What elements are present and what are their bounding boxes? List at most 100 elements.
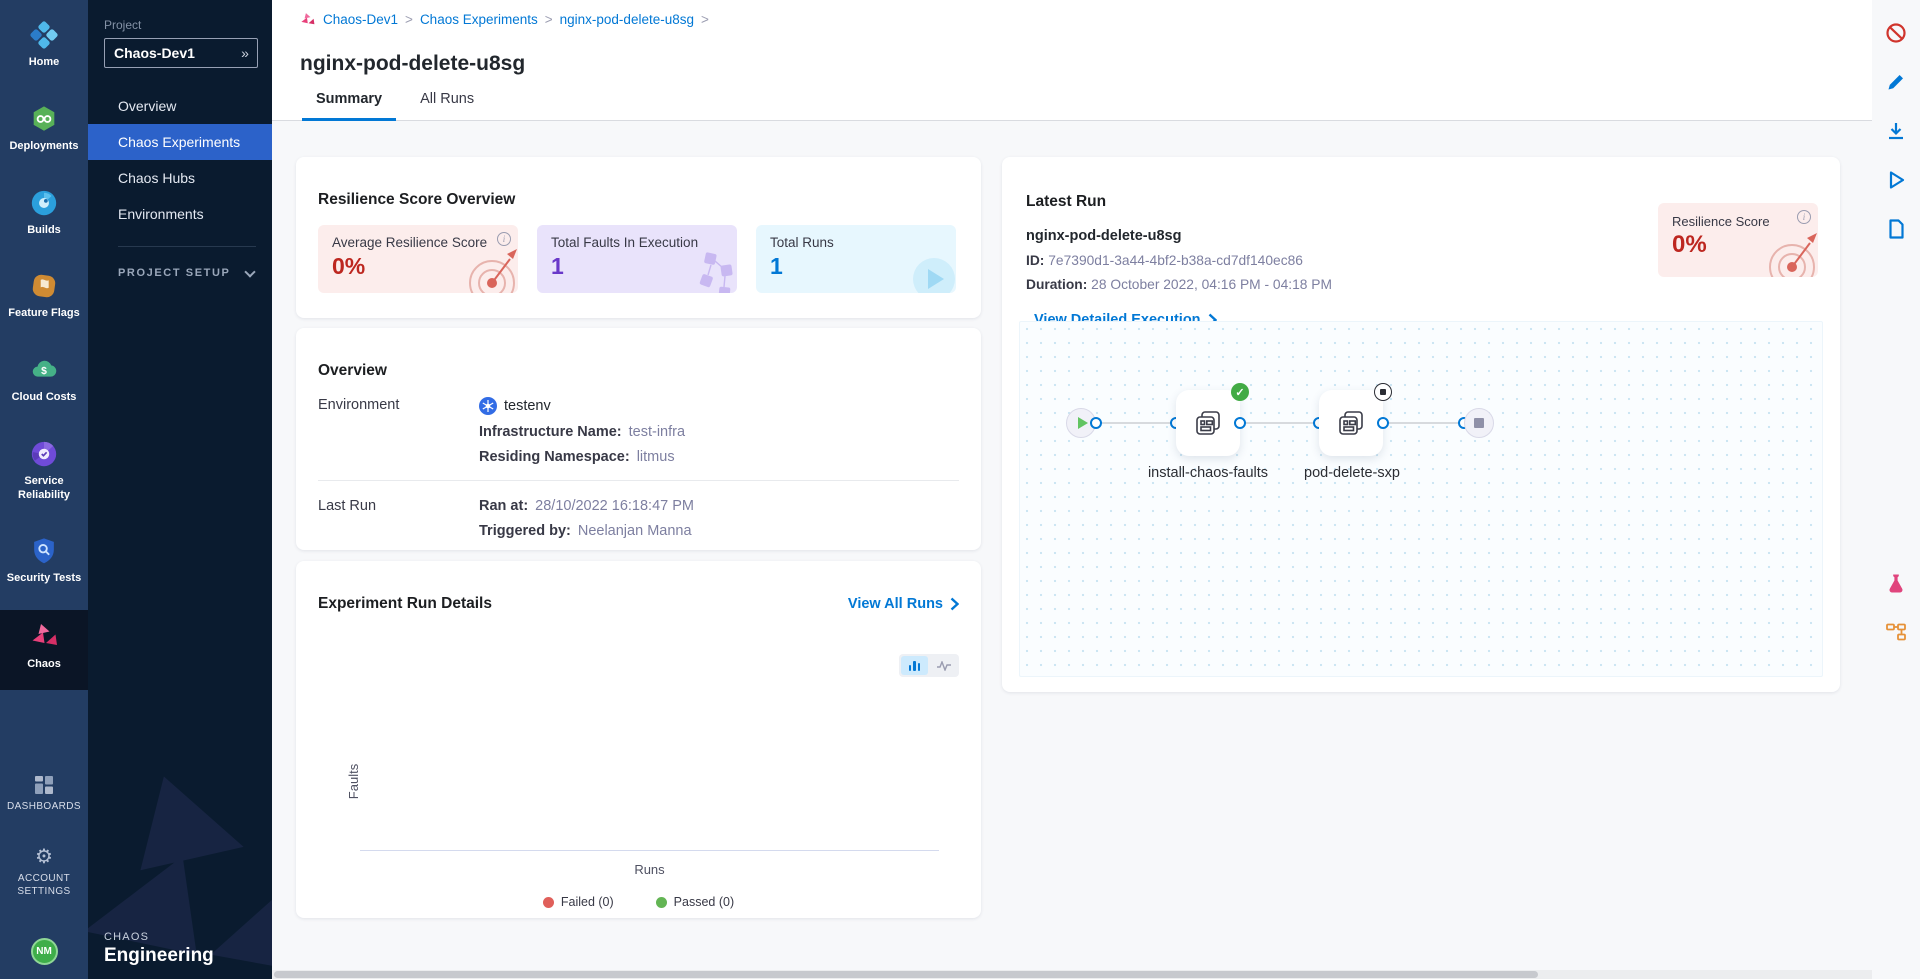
last-run-row: Last Run Ran at: 28/10/2022 16:18:47 PM … <box>318 498 959 548</box>
page-title: nginx-pod-delete-u8sg <box>300 52 525 76</box>
module-nav-item-security-tests[interactable]: Security Tests <box>0 526 88 597</box>
info-icon[interactable]: i <box>1797 210 1811 224</box>
sidebar-item-chaos-hubs[interactable]: Chaos Hubs <box>88 160 272 196</box>
tab-summary[interactable]: Summary <box>302 91 396 121</box>
avatar[interactable]: NM <box>31 938 58 965</box>
play-icon <box>1078 417 1088 429</box>
info-icon[interactable]: i <box>497 232 511 246</box>
breadcrumb-separator: > <box>545 12 553 27</box>
legend-label: Failed (0) <box>561 895 614 909</box>
breadcrumb-experiments-link[interactable]: Chaos Experiments <box>420 12 538 27</box>
view-all-runs-link[interactable]: View All Runs <box>848 596 959 612</box>
section-title: Overview <box>318 362 959 380</box>
legend-item-passed[interactable]: Passed (0) <box>656 895 734 909</box>
sidebar-item-environments[interactable]: Environments <box>88 196 272 232</box>
sidebar-item-chaos-experiments[interactable]: Chaos Experiments <box>88 124 272 160</box>
tab-bar: Summary All Runs <box>302 91 488 121</box>
line-chart-toggle-button[interactable] <box>930 656 957 675</box>
builds-icon <box>29 188 59 218</box>
pipeline-diagram-icon[interactable] <box>1885 621 1907 643</box>
manifest-file-icon[interactable] <box>1885 218 1907 240</box>
module-nav-label: Security Tests <box>7 572 81 586</box>
module-nav-item-home[interactable]: Home <box>0 10 88 81</box>
infrastructure-value: test-infra <box>629 424 685 440</box>
sidebar-item-label: Chaos Hubs <box>118 170 195 186</box>
stat-value: 0% <box>332 253 504 280</box>
avatar-initials: NM <box>36 946 52 957</box>
pipeline-node-pod-delete[interactable] <box>1319 390 1383 456</box>
module-nav-label: Feature Flags <box>8 307 80 321</box>
project-setup-toggle[interactable]: PROJECT SETUP <box>88 267 272 279</box>
connector-dot <box>1377 417 1389 429</box>
kubernetes-icon <box>479 397 497 415</box>
edit-icon[interactable] <box>1885 71 1907 93</box>
sidebar-item-overview[interactable]: Overview <box>88 88 272 124</box>
environment-value: testenv Infrastructure Name: test-infra … <box>479 397 959 474</box>
last-run-value: Ran at: 28/10/2022 16:18:47 PM Triggered… <box>479 498 959 548</box>
stat-value: 1 <box>551 253 723 280</box>
brand: CHAOS Engineering <box>104 931 214 967</box>
deployments-icon <box>29 104 59 134</box>
pulse-icon <box>937 661 951 671</box>
page-header: Chaos-Dev1 > Chaos Experiments > nginx-p… <box>272 0 1872 121</box>
namespace-label: Residing Namespace: <box>479 449 630 465</box>
pipeline-step-label[interactable]: pod-delete-sxp <box>1286 462 1418 484</box>
stop-experiment-icon[interactable] <box>1885 22 1907 44</box>
pipeline-end-node[interactable] <box>1464 408 1494 438</box>
module-nav-item-cloud-costs[interactable]: $ Cloud Costs <box>0 345 88 416</box>
stat-value: 1 <box>770 253 942 280</box>
experiment-flask-icon[interactable] <box>1885 572 1907 594</box>
chart-type-toggle <box>899 654 959 677</box>
run-experiment-icon[interactable] <box>1885 169 1907 191</box>
module-nav-item-dashboards[interactable]: DASHBOARDS <box>0 765 88 825</box>
runs-chart: Faults Runs Failed (0) Passed (0) <box>318 679 959 911</box>
sidebar-item-label: Environments <box>118 206 204 222</box>
pipeline-connector <box>1081 422 1479 424</box>
breadcrumb-project-link[interactable]: Chaos-Dev1 <box>323 12 398 27</box>
module-nav-item-service-reliability[interactable]: Service Reliability <box>0 429 88 514</box>
module-nav: Home Deployments Builds Feature Flags $ … <box>0 0 88 979</box>
main-area: Chaos-Dev1 > Chaos Experiments > nginx-p… <box>272 0 1872 979</box>
expand-nav-icon[interactable]: » <box>233 45 257 61</box>
latest-run-card: Latest Run nginx-pod-delete-u8sg ID: 7e7… <box>1002 157 1840 692</box>
scrollbar-thumb[interactable] <box>274 971 1538 978</box>
stat-total-faults: Total Faults In Execution 1 <box>537 225 737 293</box>
duration-value: 28 October 2022, 04:16 PM - 04:18 PM <box>1091 277 1332 292</box>
download-icon[interactable] <box>1885 120 1907 142</box>
module-nav-item-builds[interactable]: Builds <box>0 178 88 249</box>
project-selector[interactable]: Chaos-Dev1 » <box>104 38 258 68</box>
environment-row: Environment testenv Infrastructure Name:… <box>318 397 959 474</box>
breadcrumb: Chaos-Dev1 > Chaos Experiments > nginx-p… <box>299 11 709 28</box>
tab-all-runs[interactable]: All Runs <box>406 91 488 121</box>
failed-dot-icon <box>543 897 554 908</box>
stat-row: i Average Resilience Score 0% Total Faul… <box>318 225 959 293</box>
pipeline-canvas[interactable]: ✓ install-chaos-faults pod-delete-sxp <box>1019 321 1823 677</box>
environment-label: Environment <box>318 397 479 474</box>
infrastructure-label: Infrastructure Name: <box>479 424 622 440</box>
section-title: Experiment Run Details <box>318 595 492 613</box>
overview-card: Overview Environment testenv Infrastruct… <box>296 328 981 550</box>
module-nav-item-account-settings[interactable]: ⚙ ACCOUNT SETTINGS <box>0 837 88 909</box>
last-run-label: Last Run <box>318 498 479 548</box>
breadcrumb-separator: > <box>701 12 709 27</box>
sidebar-item-label: Overview <box>118 98 176 114</box>
x-axis-label: Runs <box>360 862 939 877</box>
module-nav-item-deployments[interactable]: Deployments <box>0 94 88 165</box>
module-nav-item-chaos[interactable]: Chaos <box>0 610 88 690</box>
pipeline-step-label[interactable]: install-chaos-faults <box>1144 462 1272 484</box>
x-axis-line <box>360 850 939 851</box>
run-id-label: ID: <box>1026 253 1044 268</box>
legend-item-failed[interactable]: Failed (0) <box>543 895 614 909</box>
feature-flags-icon <box>29 271 59 301</box>
content-area: Resilience Score Overview i Average Resi… <box>272 121 1872 979</box>
chaos-step-icon <box>1193 408 1223 438</box>
chaos-step-icon <box>1336 408 1366 438</box>
service-reliability-icon <box>29 439 59 469</box>
module-nav-item-feature-flags[interactable]: Feature Flags <box>0 261 88 332</box>
pipeline-node-install-chaos-faults[interactable] <box>1176 390 1240 456</box>
breadcrumb-experiment-link[interactable]: nginx-pod-delete-u8sg <box>560 12 694 27</box>
bar-chart-toggle-button[interactable] <box>901 656 928 675</box>
project-nav-list: Overview Chaos Experiments Chaos Hubs En… <box>88 88 272 232</box>
chart-legend: Failed (0) Passed (0) <box>318 895 959 909</box>
environment-name[interactable]: testenv <box>504 398 551 414</box>
